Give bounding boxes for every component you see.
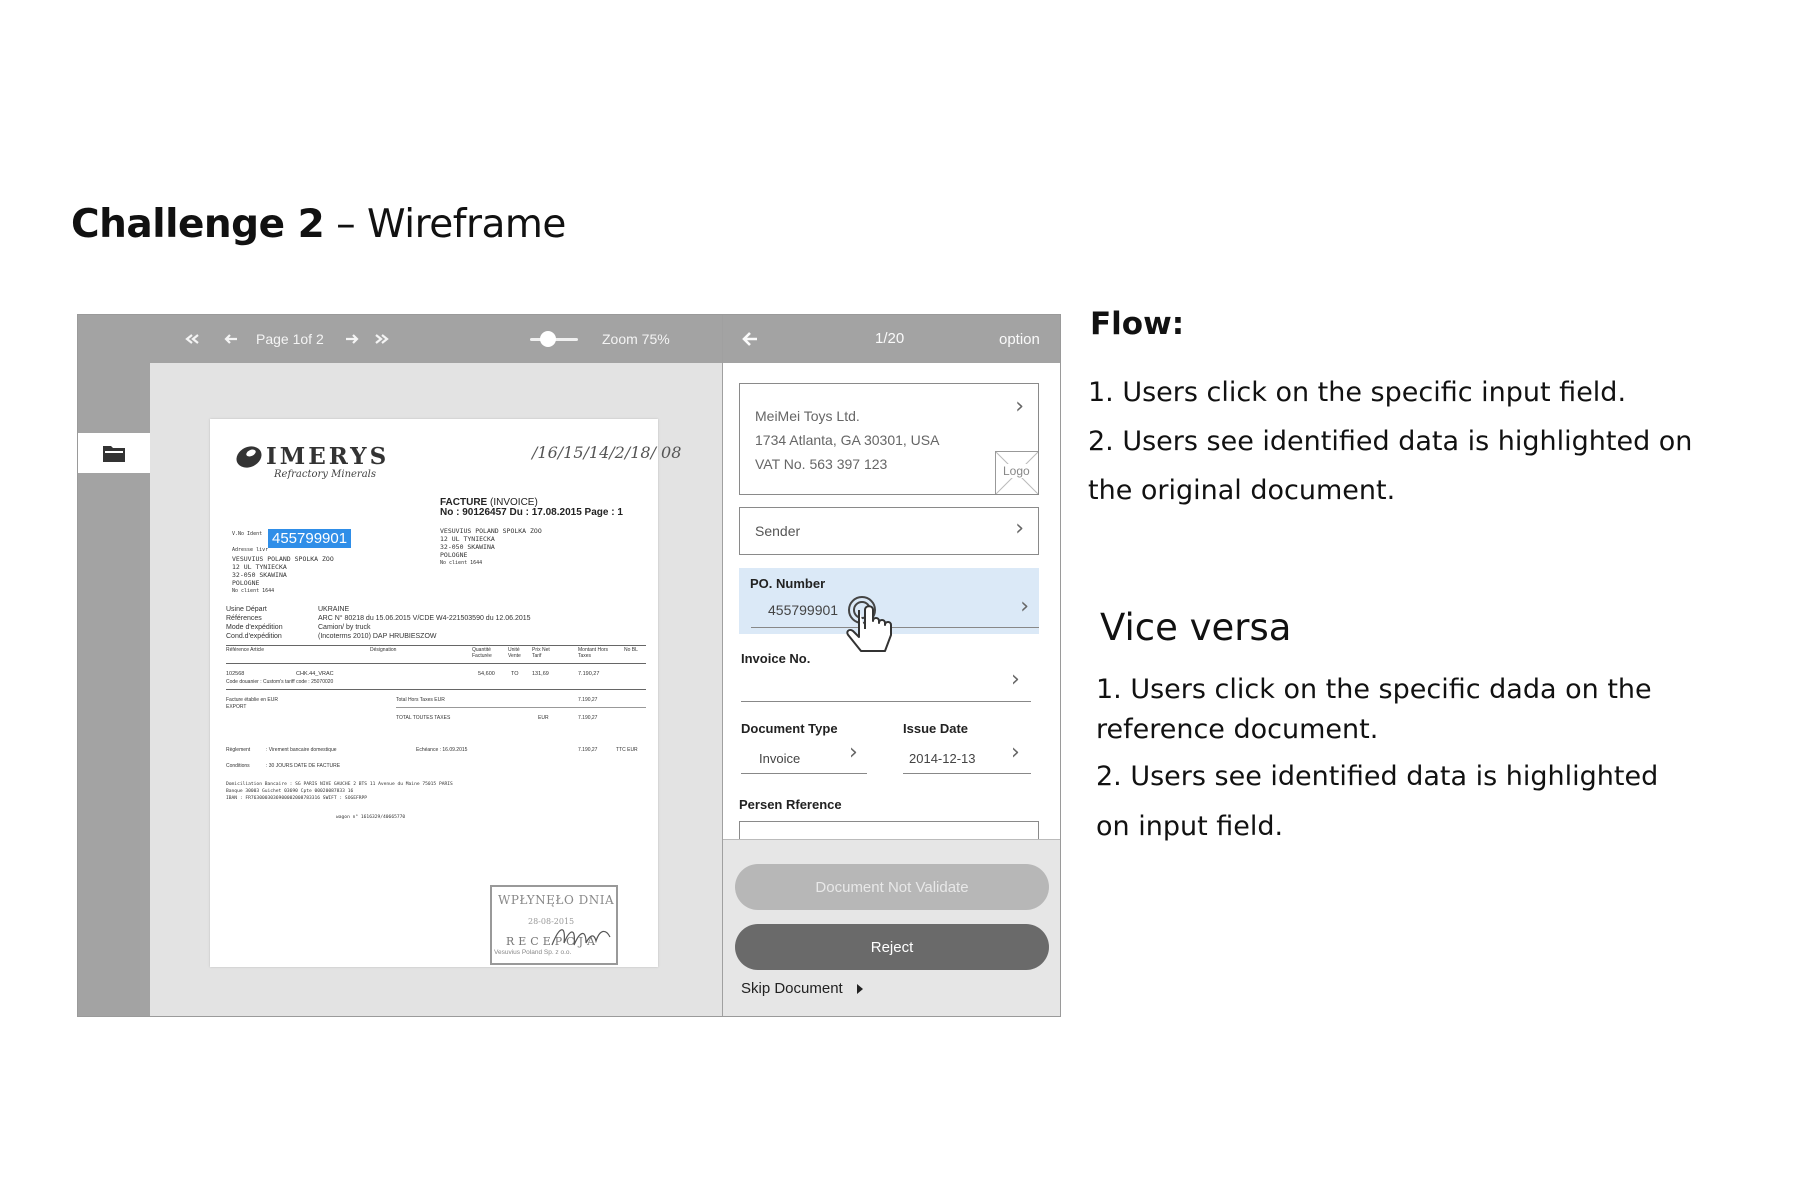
document-not-validate-button[interactable]: Document Not Validate xyxy=(735,864,1049,910)
table-header: Référence Article Désignation Quantité F… xyxy=(226,647,638,659)
vice-item: on input field. xyxy=(1096,811,1284,842)
vice-versa-list: 1. Users click on the specific dada on t… xyxy=(1096,670,1658,852)
imerys-logo-mark xyxy=(236,446,262,468)
logo-placeholder-label: Logo xyxy=(1002,464,1031,478)
viewer-toolbar: Page 1of 2 Zoom 75% xyxy=(150,315,722,363)
chevron-right-icon: › xyxy=(1011,667,1020,692)
bank-details: Domiciliation Bancaire : SG PARIS NIVE G… xyxy=(226,782,453,801)
slide-title: Challenge 2 – Wireframe xyxy=(71,202,566,247)
customs-code: Code douanier : Custom's tariff code : 2… xyxy=(226,679,334,685)
invoice-document[interactable]: IMERYS Refractory Minerals /16/15/14/2/1… xyxy=(210,419,681,967)
facture-number-line: No : 90126457 Du : 17.08.2015 Page : 1 xyxy=(440,507,623,518)
chevron-right-icon: › xyxy=(1011,740,1020,765)
next-page-icon[interactable] xyxy=(344,315,360,363)
skip-document-link[interactable]: Skip Document xyxy=(741,980,863,997)
option-menu[interactable]: option xyxy=(999,331,1040,348)
back-arrow-icon[interactable] xyxy=(741,331,759,351)
vendor-address: VESUVIUS POLAND SPOLKA ZOO 12 UL TYNIECKA… xyxy=(440,527,542,566)
document-counter: 1/20 xyxy=(875,330,905,347)
flow-item: 2. Users see identified data is highligh… xyxy=(1088,426,1693,457)
vice-item: 2. Users see identified data is highligh… xyxy=(1096,761,1659,792)
po-number-value: 455799901 xyxy=(768,602,839,618)
logo-subtitle: Refractory Minerals xyxy=(274,469,377,480)
received-stamp: WPŁYNĘŁO DNIA 28-08-2015 RECEPCJA Vesuvi… xyxy=(490,885,618,965)
document-type-select[interactable]: Invoice xyxy=(759,751,800,766)
shipment-meta: Usine Départ UKRAINE Références ARC N° 802… xyxy=(226,606,531,640)
flow-list: 1. Users click on the specific input fie… xyxy=(1088,368,1692,515)
table-row: 102568 CHK.44_VRAC 54,600 TO 131,69 7.19… xyxy=(226,671,600,677)
vice-item: reference document. xyxy=(1096,714,1379,745)
totals-block: Facture établie en EUR EXPORT Total Hors… xyxy=(226,697,646,737)
zoom-slider-handle[interactable] xyxy=(540,331,556,347)
hand-pointer-icon xyxy=(846,596,892,652)
zoom-label: Zoom 75% xyxy=(602,331,670,347)
sender-label: Sender xyxy=(755,523,801,539)
document-type-label: Document Type xyxy=(741,721,838,736)
panel-header: 1/20 option xyxy=(723,315,1060,363)
vice-versa-heading: Vice versa xyxy=(1100,606,1292,649)
last-page-icon[interactable] xyxy=(374,315,390,363)
rail-folder-button[interactable] xyxy=(78,433,150,473)
payment-block: Règlement : Virement bancaire domestique… xyxy=(226,747,638,769)
issue-date-input[interactable]: 2014-12-13 xyxy=(909,751,976,766)
chevron-right-icon: › xyxy=(1020,594,1029,619)
folder-icon xyxy=(103,446,125,462)
wireframe-frame: Page 1of 2 Zoom 75% IMERYS Refractory Mi… xyxy=(77,314,1061,1017)
flow-item: the original document. xyxy=(1088,475,1396,506)
issue-date-label: Issue Date xyxy=(903,721,969,736)
wagon-line: wagon n° 1616329/40665770 xyxy=(336,815,406,820)
skip-document-label: Skip Document xyxy=(741,980,843,997)
vice-item: 1. Users click on the specific dada on t… xyxy=(1096,674,1652,705)
left-rail xyxy=(78,315,150,1016)
chevron-right-icon: › xyxy=(1015,516,1024,541)
page-indicator: Page 1of 2 xyxy=(256,331,324,347)
reject-button[interactable]: Reject xyxy=(735,924,1049,970)
handwritten-reference: /16/15/14/2/18/ 08 xyxy=(532,443,682,462)
person-reference-label: Persen Rference xyxy=(739,797,842,812)
company-card[interactable]: MeiMei Toys Ltd. 1734 Atlanta, GA 30301,… xyxy=(739,383,1039,495)
chevron-right-icon: › xyxy=(849,740,858,765)
action-footer: Document Not Validate Reject Skip Docume… xyxy=(723,839,1060,1016)
po-number-label: PO. Number xyxy=(750,576,826,591)
invoice-number-label: Invoice No. xyxy=(741,651,811,666)
logo-wordmark: IMERYS xyxy=(266,443,390,470)
sender-field[interactable]: Sender › xyxy=(739,507,1039,555)
address-label: Adresse livr xyxy=(232,547,269,553)
signature-scribble xyxy=(551,929,611,946)
flow-item: 1. Users click on the specific input fie… xyxy=(1088,377,1627,408)
caret-right-icon xyxy=(856,984,863,995)
prev-page-icon[interactable] xyxy=(223,315,239,363)
buyer-address: VESUVIUS POLAND SPOLKA ZOO 12 UL TYNIECKA… xyxy=(232,555,334,594)
slide-title-rest: – Wireframe xyxy=(324,202,566,247)
company-details: MeiMei Toys Ltd. 1734 Atlanta, GA 30301,… xyxy=(755,408,940,472)
document-viewer: Page 1of 2 Zoom 75% IMERYS Refractory Mi… xyxy=(150,315,722,1016)
flow-heading: Flow: xyxy=(1090,306,1185,342)
vat-label: V.No Ident xyxy=(232,531,263,537)
vat-number-highlight[interactable]: 455799901 xyxy=(268,529,352,548)
data-entry-panel: 1/20 option MeiMei Toys Ltd. 1734 Atlant… xyxy=(722,315,1060,1016)
chevron-right-icon: › xyxy=(1015,394,1024,419)
logo-placeholder: Logo xyxy=(995,451,1038,494)
first-page-icon[interactable] xyxy=(184,315,200,363)
slide-title-bold: Challenge 2 xyxy=(71,202,325,247)
